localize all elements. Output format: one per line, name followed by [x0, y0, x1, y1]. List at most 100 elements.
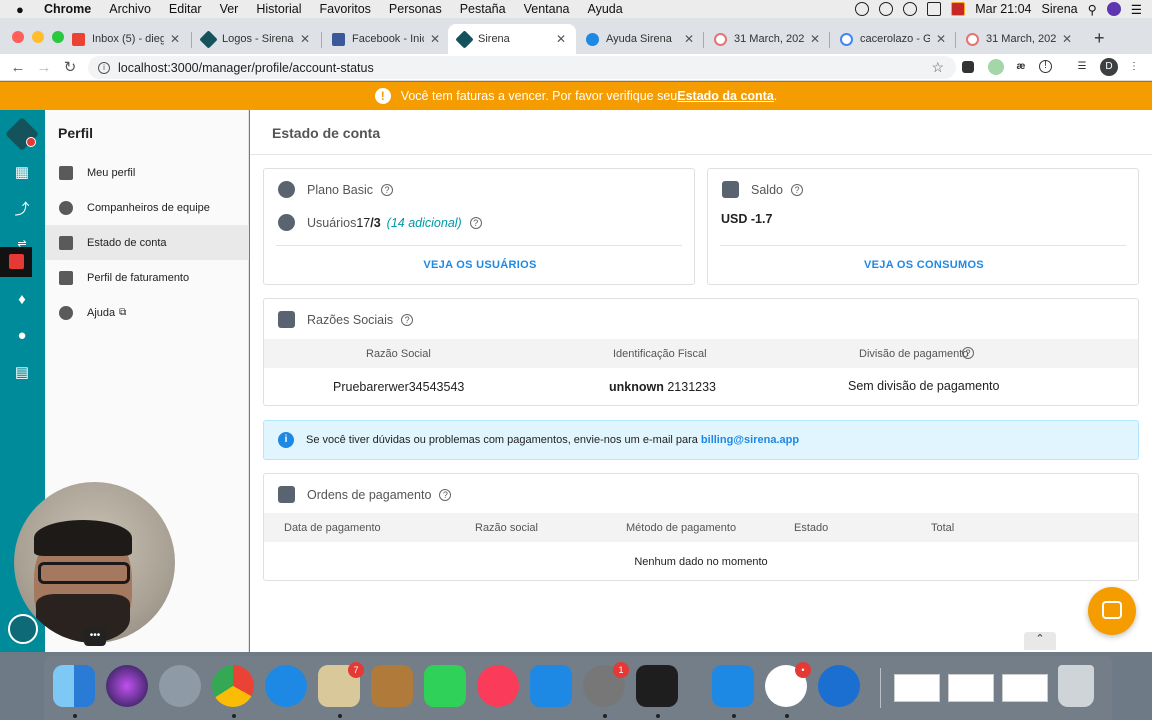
apple-icon[interactable]: ●: [16, 2, 30, 17]
nav-item-companheiros[interactable]: Companheiros de equipe: [45, 190, 249, 225]
terminal-icon[interactable]: [636, 665, 678, 707]
tab-sirena-active[interactable]: Sirena ✕: [448, 24, 576, 54]
color-extension-icon[interactable]: [988, 59, 1004, 75]
hook-icon[interactable]: ⤴: [12, 200, 32, 220]
siri-icon[interactable]: [1106, 2, 1121, 16]
minimize-window-button[interactable]: [32, 31, 44, 43]
site-info-icon[interactable]: i: [98, 61, 110, 74]
tab-google-search[interactable]: cacerolazo - Goo ✕: [830, 24, 956, 54]
menu-archivo[interactable]: Archivo: [109, 2, 151, 16]
menu-editar[interactable]: Editar: [169, 2, 202, 16]
camera-toggle-icon[interactable]: [8, 614, 38, 644]
menubar-user[interactable]: Sirena: [1041, 2, 1077, 16]
menu-personas[interactable]: Personas: [389, 2, 442, 16]
close-tab-icon[interactable]: ✕: [936, 32, 946, 46]
menu-historial[interactable]: Historial: [256, 2, 301, 16]
menu-ventana[interactable]: Ventana: [524, 2, 570, 16]
tab-31-march-1[interactable]: 31 March, 2020 ✕: [704, 24, 830, 54]
close-tab-icon[interactable]: ✕: [1062, 32, 1072, 46]
siri-icon[interactable]: [106, 665, 148, 707]
menu-ver[interactable]: Ver: [220, 2, 239, 16]
menu-pestana[interactable]: Pestaña: [460, 2, 506, 16]
finder-icon[interactable]: [53, 665, 95, 707]
menu-list-icon[interactable]: ☰: [1131, 2, 1142, 17]
flag-icon[interactable]: [951, 2, 966, 16]
music-icon[interactable]: [477, 665, 519, 707]
tab-gmail[interactable]: Inbox (5) - diego ✕: [62, 24, 190, 54]
tab-ayuda-sirena[interactable]: Ayuda Sirena ✕: [576, 24, 704, 54]
close-tab-icon[interactable]: ✕: [556, 32, 566, 46]
bookmark-star-icon[interactable]: ☆: [931, 59, 944, 76]
help-icon[interactable]: ?: [439, 488, 452, 501]
status-icon[interactable]: [855, 2, 870, 16]
new-tab-button[interactable]: +: [1094, 28, 1105, 49]
close-tab-icon[interactable]: ✕: [810, 32, 820, 46]
chat-launcher-button[interactable]: [1088, 587, 1136, 635]
chrome-menu-icon[interactable]: ⋮: [1126, 59, 1142, 75]
minimized-window-thumbnail[interactable]: [894, 674, 940, 702]
app-store-icon[interactable]: [530, 665, 572, 707]
column-header: Divisão de pagamento: [859, 348, 969, 360]
billing-email-link[interactable]: billing@sirena.app: [701, 434, 799, 446]
minimized-window-thumbnail[interactable]: [1002, 674, 1048, 702]
facetime-icon[interactable]: [424, 665, 466, 707]
help-icon[interactable]: ?: [469, 216, 482, 229]
menubar-status-area: Mar 21:04 Sirena ⚲ ☰: [855, 0, 1142, 18]
book-icon[interactable]: ▤: [12, 363, 32, 383]
trash-icon[interactable]: [1058, 665, 1094, 707]
close-tab-icon[interactable]: ✕: [170, 32, 180, 46]
reload-icon[interactable]: ↻: [57, 58, 83, 76]
help-icon[interactable]: ?: [401, 313, 414, 326]
chrome-icon[interactable]: [212, 665, 254, 707]
back-arrow-icon[interactable]: ←: [5, 59, 31, 76]
notes-book-icon[interactable]: [371, 665, 413, 707]
spotlight-icon[interactable]: ⚲: [1088, 2, 1097, 17]
ae-extension-icon[interactable]: æ: [1013, 59, 1029, 75]
nav-item-perfil-faturamento[interactable]: Perfil de faturamento: [45, 260, 249, 295]
close-tab-icon[interactable]: ✕: [430, 32, 440, 46]
nav-item-meu-perfil[interactable]: Meu perfil: [45, 155, 249, 190]
tab-strip: Inbox (5) - diego ✕ Logos - Sirena Si ✕ …: [0, 18, 1152, 54]
launchpad-icon[interactable]: [159, 665, 201, 707]
help-icon[interactable]: ?: [381, 183, 394, 196]
menubar-clock[interactable]: Mar 21:04: [975, 2, 1031, 16]
help-icon[interactable]: ?: [962, 347, 974, 359]
tab-logos[interactable]: Logos - Sirena Si ✕: [192, 24, 320, 54]
close-window-button[interactable]: [12, 31, 24, 43]
safari-icon[interactable]: [265, 665, 307, 707]
close-tab-icon[interactable]: ✕: [300, 32, 310, 46]
url-text[interactable]: localhost:3000/manager/profile/account-s…: [118, 61, 374, 75]
more-options-button[interactable]: •••: [84, 628, 106, 646]
view-consumption-button[interactable]: VEJA OS CONSUMOS: [708, 259, 1140, 271]
help-icon[interactable]: ?: [790, 183, 803, 196]
fiscal-id-value: 2131233: [663, 380, 716, 394]
1password-icon[interactable]: [818, 665, 860, 707]
info-extension-icon[interactable]: !: [1039, 60, 1052, 73]
view-users-button[interactable]: VEJA OS USUÁRIOS: [264, 259, 696, 271]
nav-item-estado-de-conta[interactable]: Estado de conta: [45, 225, 249, 260]
menu-chrome[interactable]: Chrome: [44, 2, 91, 16]
banner-account-status-link[interactable]: Estado da conta: [677, 89, 774, 103]
qr-extension-icon[interactable]: [962, 61, 974, 73]
analytics-icon[interactable]: ▦: [12, 163, 32, 183]
forward-arrow-icon[interactable]: →: [31, 59, 57, 76]
sync-icon[interactable]: [879, 2, 894, 16]
playlist-extension-icon[interactable]: ☰: [1074, 59, 1090, 75]
close-tab-icon[interactable]: ✕: [684, 32, 694, 46]
nav-item-ajuda[interactable]: Ajuda ⧉: [45, 295, 249, 330]
team-icon[interactable]: ●: [12, 326, 32, 346]
scroll-up-tab[interactable]: ⌃: [1024, 632, 1056, 650]
tab-31-march-2[interactable]: 31 March, 2020 ✕: [956, 24, 1082, 54]
tab-label: 31 March, 2020: [986, 33, 1056, 45]
vscode-icon[interactable]: [712, 665, 754, 707]
address-bar[interactable]: i localhost:3000/manager/profile/account…: [88, 56, 956, 79]
profile-avatar[interactable]: D: [1100, 58, 1118, 76]
wifi-icon[interactable]: [903, 2, 918, 16]
menu-favoritos[interactable]: Favoritos: [320, 2, 371, 16]
battery-icon[interactable]: [927, 2, 942, 16]
tab-facebook[interactable]: Facebook - Inicia ✕: [322, 24, 450, 54]
record-stop-button[interactable]: [0, 247, 32, 277]
bell-icon[interactable]: ♦: [12, 290, 32, 310]
menu-ayuda[interactable]: Ayuda: [587, 2, 622, 16]
minimized-window-thumbnail[interactable]: [948, 674, 994, 702]
